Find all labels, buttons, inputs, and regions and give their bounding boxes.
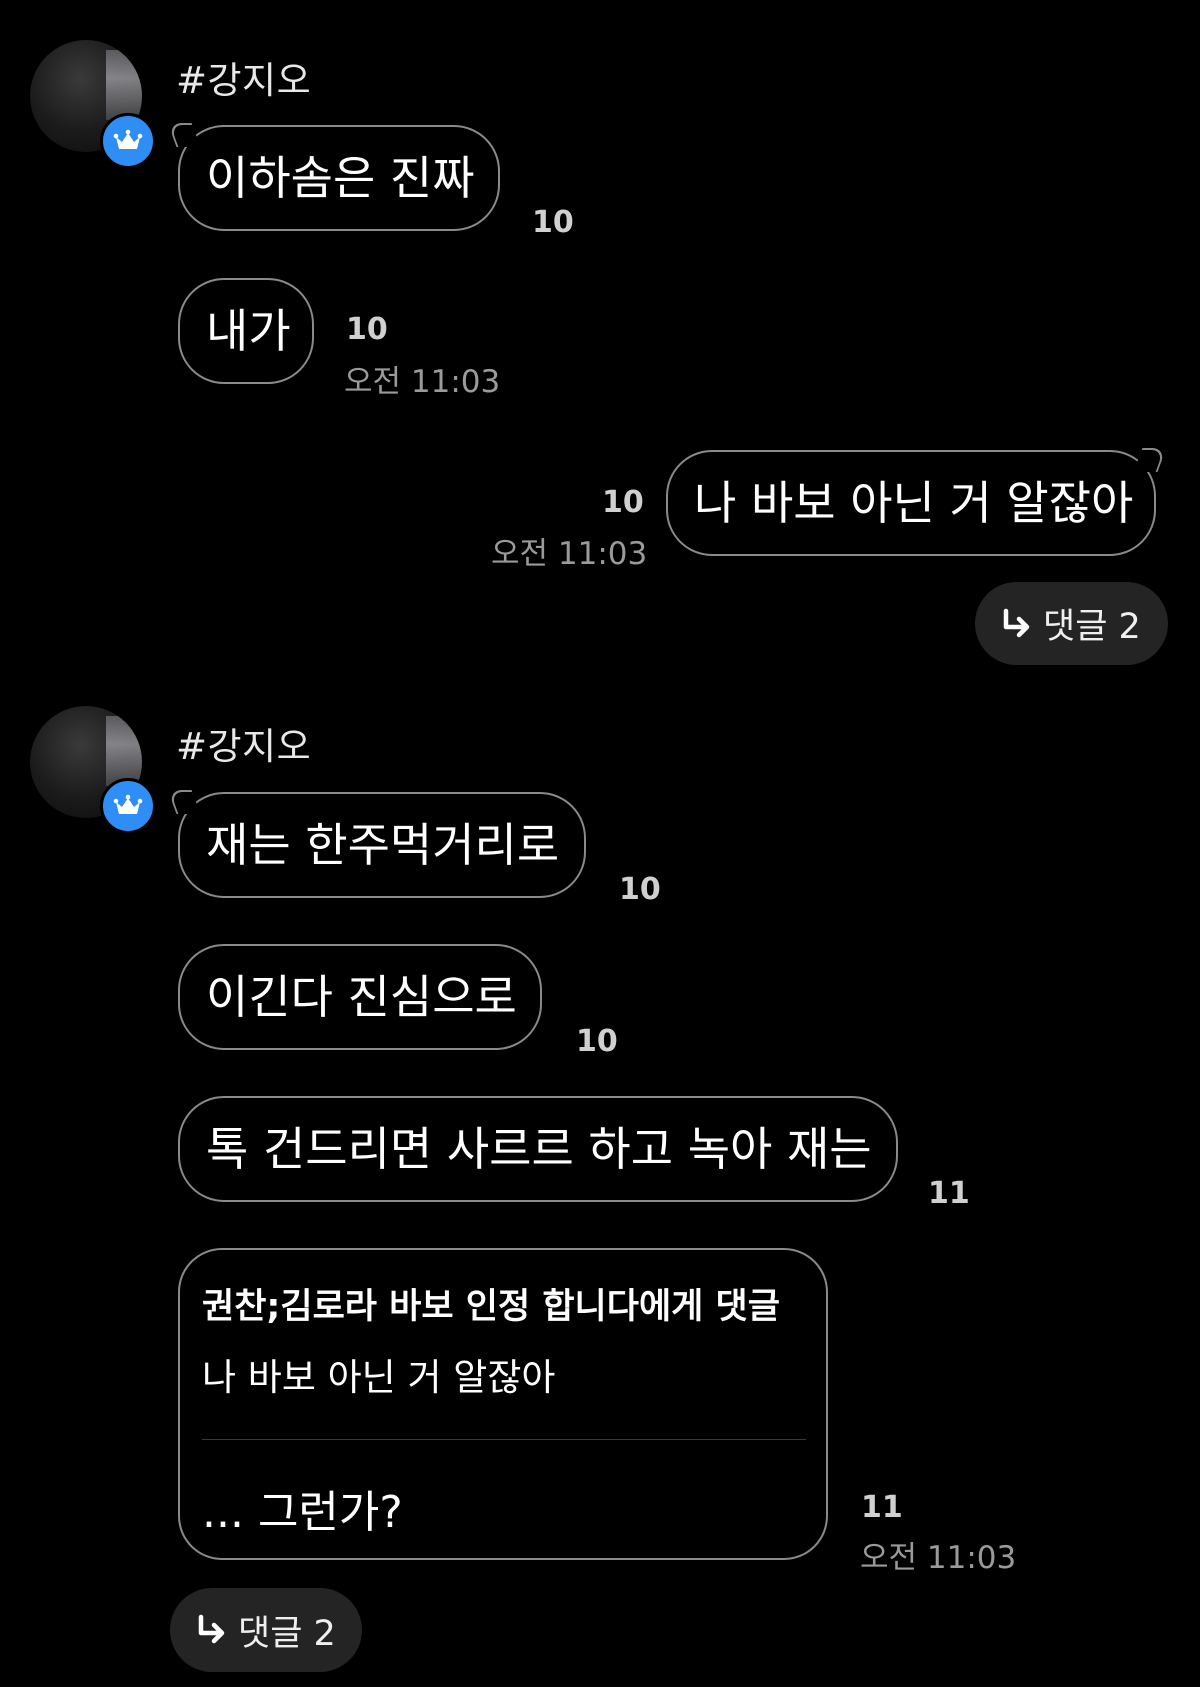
divider [202,1439,806,1440]
message-bubble[interactable]: 이긴다 진심으로 [178,944,542,1050]
reply-count-button[interactable]: 댓글 2 [975,582,1168,665]
crown-badge [100,113,156,169]
reply-count-label: 댓글 2 [238,1613,336,1654]
timestamp: 오전 11:03 [491,536,648,572]
read-count: 11 [861,1490,903,1525]
crown-badge [100,778,156,834]
message-text: 이긴다 진심으로 [206,970,517,1024]
read-count: 10 [602,485,644,520]
reply-count-label: 댓글 2 [1043,607,1141,647]
read-count: 11 [928,1176,970,1211]
read-count: 10 [576,1024,618,1059]
read-count: 10 [346,312,388,347]
message-bubble[interactable]: 톡 건드리면 사르르 하고 녹아 재는 [178,1096,898,1202]
author-name[interactable]: #강지오 [176,716,311,770]
message-bubble[interactable]: 재는 한주먹거리로 [178,792,586,898]
timestamp: 오전 11:03 [860,1540,1017,1576]
read-count: 10 [619,872,661,907]
message-text: 이하솜은 진짜 [206,151,475,205]
timestamp: 오전 11:03 [344,364,501,400]
message-bubble[interactable]: 내가 [178,278,314,384]
author-name[interactable]: #강지오 [176,50,311,104]
message-text: 톡 건드리면 사르르 하고 녹아 재는 [206,1122,872,1176]
message-text: 나 바보 아닌 거 알잖아 [694,476,1134,530]
reply-arrow-icon [198,1614,225,1644]
quoted-reply-bubble[interactable]: 권찬;김로라 바보 인정 합니다에게 댓글 나 바보 아닌 거 알잖아 ... … [178,1248,828,1560]
reply-count-button[interactable]: 댓글 2 [170,1588,362,1672]
message-text: 재는 한주먹거리로 [206,818,560,872]
quoted-text: 나 바보 아닌 거 알잖아 [202,1356,556,1399]
message-text: 내가 [206,304,291,358]
reply-arrow-icon [1003,608,1030,637]
reply-text: ... 그런가? [202,1487,403,1538]
read-count: 10 [532,205,574,240]
message-bubble[interactable]: 이하솜은 진짜 [178,125,500,231]
quote-header: 권찬;김로라 바보 인정 합니다에게 댓글 [202,1287,780,1327]
crown-icon [113,129,143,149]
message-bubble[interactable]: 나 바보 아닌 거 알잖아 [666,450,1156,556]
crown-icon [113,794,143,814]
